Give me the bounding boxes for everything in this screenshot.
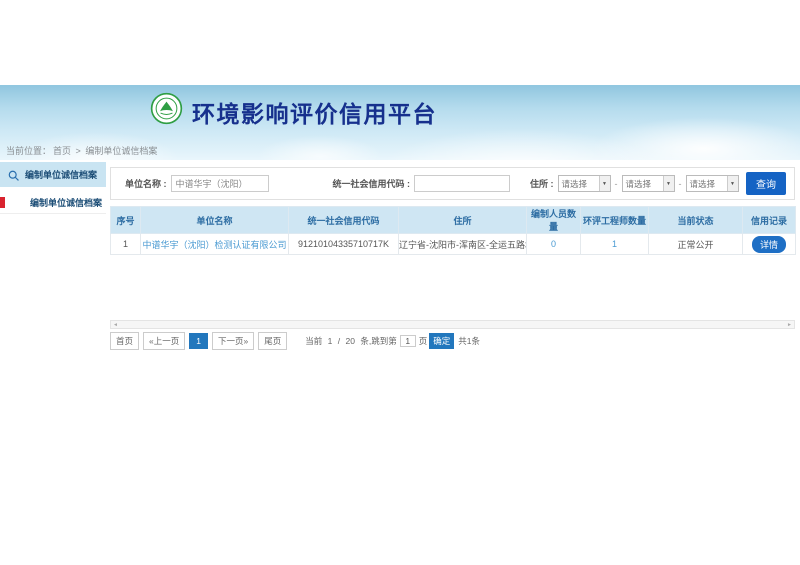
page-title: 环境影响评价信用平台 bbox=[192, 95, 437, 129]
col-header-unit-name: 单位名称 bbox=[141, 207, 289, 234]
col-header-credit-code: 统一社会信用代码 bbox=[289, 207, 399, 234]
pagination-total: 共1条 bbox=[458, 335, 480, 347]
breadcrumb-home-link[interactable]: 首页 bbox=[53, 146, 71, 156]
current-page-button[interactable]: 1 bbox=[189, 333, 208, 349]
table-header-row: 序号 单位名称 统一社会信用代码 住所 编制人员数量 环评工程师数量 当前状态 … bbox=[111, 207, 796, 234]
cell-status: 正常公开 bbox=[649, 234, 743, 255]
province-select-value: 请选择 bbox=[559, 178, 599, 190]
credit-code-label: 统一社会信用代码 : bbox=[333, 177, 411, 190]
search-button[interactable]: 查询 bbox=[746, 172, 786, 195]
unit-name-link[interactable]: 中谱华宇（沈阳）检测认证有限公司 bbox=[142, 240, 286, 250]
unit-name-label: 单位名称 : bbox=[125, 177, 167, 190]
select-separator: - bbox=[615, 179, 618, 189]
prev-page-button[interactable]: «上一页 bbox=[143, 332, 185, 350]
chevron-down-icon: ▼ bbox=[727, 176, 738, 191]
engineer-count-link[interactable]: 1 bbox=[612, 239, 617, 249]
district-select-value: 请选择 bbox=[687, 178, 727, 190]
sidebar-item-archive-header[interactable]: 编制单位诚信档案 bbox=[0, 162, 106, 187]
breadcrumb-current: 编制单位诚信档案 bbox=[85, 146, 157, 156]
chevron-down-icon: ▼ bbox=[599, 176, 610, 191]
pagination-info-current: 当前 bbox=[305, 336, 322, 346]
scroll-left-icon[interactable]: ◄ bbox=[111, 322, 120, 328]
col-header-credit-record: 信用记录 bbox=[743, 207, 796, 234]
breadcrumb-separator: > bbox=[76, 146, 81, 156]
breadcrumb: 当前位置：首页 > 编制单位诚信档案 bbox=[6, 144, 159, 157]
pagination: 首页 «上一页 1 下一页» 尾页 当前 1 / 20 条,跳到第 页 确定 共… bbox=[110, 333, 795, 349]
search-icon bbox=[8, 169, 20, 181]
col-header-status: 当前状态 bbox=[649, 207, 743, 234]
last-page-button[interactable]: 尾页 bbox=[258, 332, 287, 350]
scroll-right-icon[interactable]: ► bbox=[785, 322, 794, 328]
col-header-index: 序号 bbox=[111, 207, 141, 234]
col-header-engineer-count: 环评工程师数量 bbox=[581, 207, 649, 234]
first-page-button[interactable]: 首页 bbox=[110, 332, 139, 350]
jump-page-input[interactable] bbox=[400, 335, 416, 347]
sidebar-item-archive[interactable]: 编制单位诚信档案 bbox=[0, 191, 106, 214]
pagination-info: 当前 1 / 20 条,跳到第 bbox=[305, 335, 396, 347]
breadcrumb-prefix: 当前位置： bbox=[6, 146, 51, 156]
cell-credit-code: 91210104335710717K bbox=[289, 234, 399, 255]
pagination-page-word: 页 bbox=[419, 335, 428, 347]
select-separator: - bbox=[679, 179, 682, 189]
col-header-staff-count: 编制人员数量 bbox=[527, 207, 581, 234]
confirm-jump-button[interactable]: 确定 bbox=[429, 333, 454, 349]
table-row: 1 中谱华宇（沈阳）检测认证有限公司 91210104335710717K 辽宁… bbox=[111, 234, 796, 255]
sidebar-item-label: 编制单位诚信档案 bbox=[30, 196, 102, 209]
pagination-per-page: 20 bbox=[345, 336, 354, 346]
screen: 环境影响评价信用平台 当前位置：首页 > 编制单位诚信档案 编制单位诚信档案 编… bbox=[0, 0, 800, 565]
cell-address: 辽宁省-沈阳市-浑南区-全运五路35-1号楼902 bbox=[399, 234, 527, 255]
city-select[interactable]: 请选择 ▼ bbox=[622, 175, 675, 192]
staff-count-link[interactable]: 0 bbox=[551, 239, 556, 249]
province-select[interactable]: 请选择 ▼ bbox=[558, 175, 611, 192]
header-banner: 环境影响评价信用平台 当前位置：首页 > 编制单位诚信档案 bbox=[0, 85, 800, 160]
search-form: 单位名称 : 统一社会信用代码 : 住所 : 请选择 ▼ - 请选择 ▼ - 请… bbox=[110, 167, 795, 200]
sidebar-item-label: 编制单位诚信档案 bbox=[25, 168, 97, 181]
chevron-down-icon: ▼ bbox=[663, 176, 674, 191]
pagination-slash: / bbox=[338, 336, 340, 346]
next-page-button[interactable]: 下一页» bbox=[212, 332, 254, 350]
credit-code-input[interactable] bbox=[414, 175, 510, 192]
unit-name-input[interactable] bbox=[171, 175, 269, 192]
mee-logo-icon bbox=[150, 92, 183, 125]
pagination-info-tail: 条,跳到第 bbox=[360, 336, 396, 346]
cell-index: 1 bbox=[111, 234, 141, 255]
pagination-page-num: 1 bbox=[328, 336, 333, 346]
address-label: 住所 : bbox=[530, 177, 554, 190]
district-select[interactable]: 请选择 ▼ bbox=[686, 175, 739, 192]
city-select-value: 请选择 bbox=[623, 178, 663, 190]
detail-button[interactable]: 详情 bbox=[752, 236, 786, 253]
horizontal-scrollbar[interactable]: ◄ ► bbox=[110, 320, 795, 329]
col-header-address: 住所 bbox=[399, 207, 527, 234]
active-marker bbox=[0, 197, 5, 208]
results-table: 序号 单位名称 统一社会信用代码 住所 编制人员数量 环评工程师数量 当前状态 … bbox=[110, 206, 796, 255]
